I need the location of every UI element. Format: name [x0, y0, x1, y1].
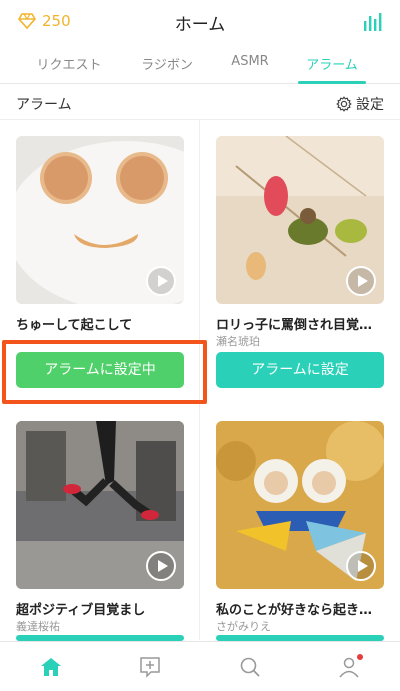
grid-divider [199, 120, 200, 640]
settings-label: 設定 [356, 97, 384, 113]
card-thumbnail[interactable] [16, 421, 184, 589]
settings-button[interactable]: 設定 [336, 94, 384, 114]
tab-bar: リクエスト ラジボン ASMR アラーム [0, 44, 400, 84]
alarm-card[interactable]: ロリっ子に罵倒され目覚… 瀬名琥珀 アラームに設定 [216, 136, 384, 392]
play-icon[interactable] [146, 266, 176, 296]
alarm-set-button[interactable]: アラームに設定中 [16, 352, 184, 388]
play-icon[interactable] [146, 551, 176, 581]
alarm-card[interactable]: 超ポジティブ目覚まし 義達桜祐 [16, 421, 184, 641]
play-icon[interactable] [346, 266, 376, 296]
card-artist: さがみりえ [216, 620, 271, 633]
alarm-card[interactable]: 私のことが好きなら起き… さがみりえ [216, 421, 384, 641]
tab-alarm[interactable]: アラーム [298, 54, 366, 73]
card-title: 超ポジティブ目覚まし [16, 603, 146, 618]
tab-request[interactable]: リクエスト [26, 54, 112, 73]
alarm-card[interactable]: ちゅーして起こして アラームに設定中 [16, 136, 184, 392]
notification-badge [357, 654, 363, 660]
page-title: ホーム [174, 15, 226, 35]
card-title: ちゅーして起こして [16, 318, 133, 333]
tab-radibon[interactable]: ラジボン [130, 54, 204, 73]
gear-icon [336, 96, 352, 112]
top-bar: 250 ホーム [0, 0, 400, 42]
home-icon[interactable] [40, 656, 62, 678]
alarm-set-button[interactable]: アラームに設定 [216, 352, 384, 388]
card-title: ロリっ子に罵倒され目覚… [216, 318, 373, 333]
search-icon[interactable] [239, 656, 261, 678]
profile-icon[interactable] [338, 656, 360, 678]
card-title: 私のことが好きなら起き… [216, 603, 373, 618]
post-icon[interactable] [139, 656, 161, 678]
play-icon[interactable] [346, 551, 376, 581]
section-header: アラーム 設定 [0, 86, 400, 120]
card-artist: 義達桜祐 [16, 620, 60, 633]
card-artist: 瀬名琥珀 [216, 335, 260, 348]
card-thumbnail[interactable] [216, 136, 384, 304]
card-thumbnail[interactable] [216, 421, 384, 589]
tab-asmr[interactable]: ASMR [220, 54, 280, 69]
ranking-icon[interactable] [362, 12, 384, 32]
bottom-nav [0, 641, 400, 691]
active-tab-indicator [298, 81, 366, 84]
section-title: アラーム [16, 97, 72, 113]
card-thumbnail[interactable] [16, 136, 184, 304]
